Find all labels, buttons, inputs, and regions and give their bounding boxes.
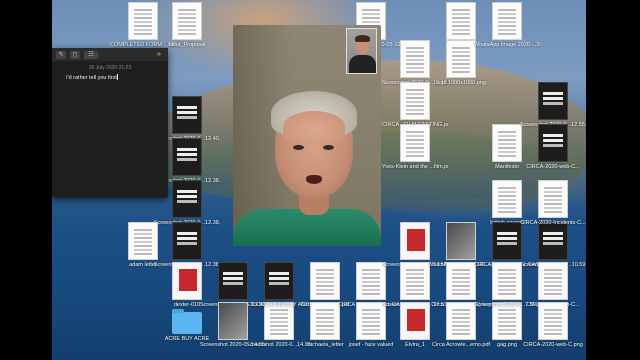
file-thumbnail-icon — [400, 302, 430, 340]
caller-eye-left — [293, 145, 304, 150]
file-thumbnail-icon — [172, 222, 202, 260]
file-name-label: WhatsApp Image 2020-...10.png — [474, 42, 540, 48]
file-thumbnail-icon — [492, 180, 522, 218]
text-caret — [116, 74, 118, 80]
desktop-file-icon[interactable]: CIRCA-2020-Incidents-C... — [520, 180, 586, 240]
file-thumbnail-icon — [538, 302, 568, 340]
notes-window[interactable]: ✎ ◻ ☷ » 26 July 2020 21:23 I'd rather te… — [52, 48, 168, 198]
self-view-thumbnail[interactable] — [346, 28, 377, 74]
file-thumbnail-icon — [128, 222, 158, 260]
file-name-label: Yves-Klein and the ...film.pdf — [382, 164, 448, 170]
self-hair — [355, 35, 370, 42]
file-name-label: CIRCA-2020-web-C... — [526, 164, 580, 170]
file-thumbnail-icon — [446, 302, 476, 340]
file-thumbnail-icon — [538, 82, 568, 120]
file-thumbnail-icon — [172, 262, 202, 300]
file-thumbnail-icon — [446, 222, 476, 260]
note-date: 26 July 2020 21:23 — [88, 65, 132, 71]
file-name-label: CIRCA-2020-web-C.png — [523, 342, 583, 348]
file-name-label: logo 1000x1000.png — [436, 80, 486, 86]
chevron-right-icon[interactable]: » — [154, 51, 164, 59]
file-thumbnail-icon — [492, 262, 522, 300]
file-thumbnail-icon — [400, 124, 430, 162]
note-body[interactable]: I'd rather tell you first — [66, 74, 168, 81]
caller-eye-right — [323, 145, 334, 150]
file-thumbnail-icon — [538, 180, 568, 218]
notes-toolbar: ✎ ◻ ☷ » — [52, 48, 168, 61]
file-thumbnail-icon — [446, 2, 476, 40]
caller-mouth — [306, 175, 322, 184]
file-thumbnail-icon — [538, 262, 568, 300]
share-icon[interactable]: ☷ — [84, 50, 98, 59]
file-name-label: CIRCA-2020-Incidents-C... — [520, 220, 586, 226]
file-thumbnail-icon — [446, 262, 476, 300]
file-thumbnail-icon — [172, 180, 202, 218]
compose-icon[interactable]: ✎ — [56, 50, 66, 59]
desktop-file-icon[interactable]: CIRCA-2020-web-C... — [520, 124, 586, 184]
file-thumbnail-icon — [218, 262, 248, 300]
caller-forehead — [283, 111, 345, 143]
file-thumbnail-icon — [218, 302, 248, 340]
file-thumbnail-icon — [310, 262, 340, 300]
file-thumbnail-icon — [492, 222, 522, 260]
file-thumbnail-icon — [172, 96, 202, 134]
file-thumbnail-icon — [400, 40, 430, 78]
file-thumbnail-icon — [400, 262, 430, 300]
note-text: I'd rather tell you first — [66, 75, 117, 81]
file-thumbnail-icon — [400, 222, 430, 260]
desktop-file-icon[interactable]: CIRCA-2020-web-C.png — [520, 302, 586, 360]
file-thumbnail-icon — [492, 2, 522, 40]
file-thumbnail-icon — [538, 124, 568, 162]
file-thumbnail-icon — [310, 302, 340, 340]
file-thumbnail-icon — [264, 262, 294, 300]
file-thumbnail-icon — [492, 124, 522, 162]
self-body — [349, 55, 376, 73]
file-thumbnail-icon — [172, 138, 202, 176]
desktop-file-icon[interactable]: WhatsApp Image 2020-...10.png — [474, 2, 540, 62]
desktop-file-icon[interactable]: Yves-Klein and the ...film.pdf — [382, 124, 448, 184]
checklist-icon[interactable]: ◻ — [70, 50, 80, 59]
file-thumbnail-icon — [446, 40, 476, 78]
folder-icon — [172, 309, 202, 334]
file-thumbnail-icon — [172, 2, 202, 40]
file-thumbnail-icon — [400, 82, 430, 120]
